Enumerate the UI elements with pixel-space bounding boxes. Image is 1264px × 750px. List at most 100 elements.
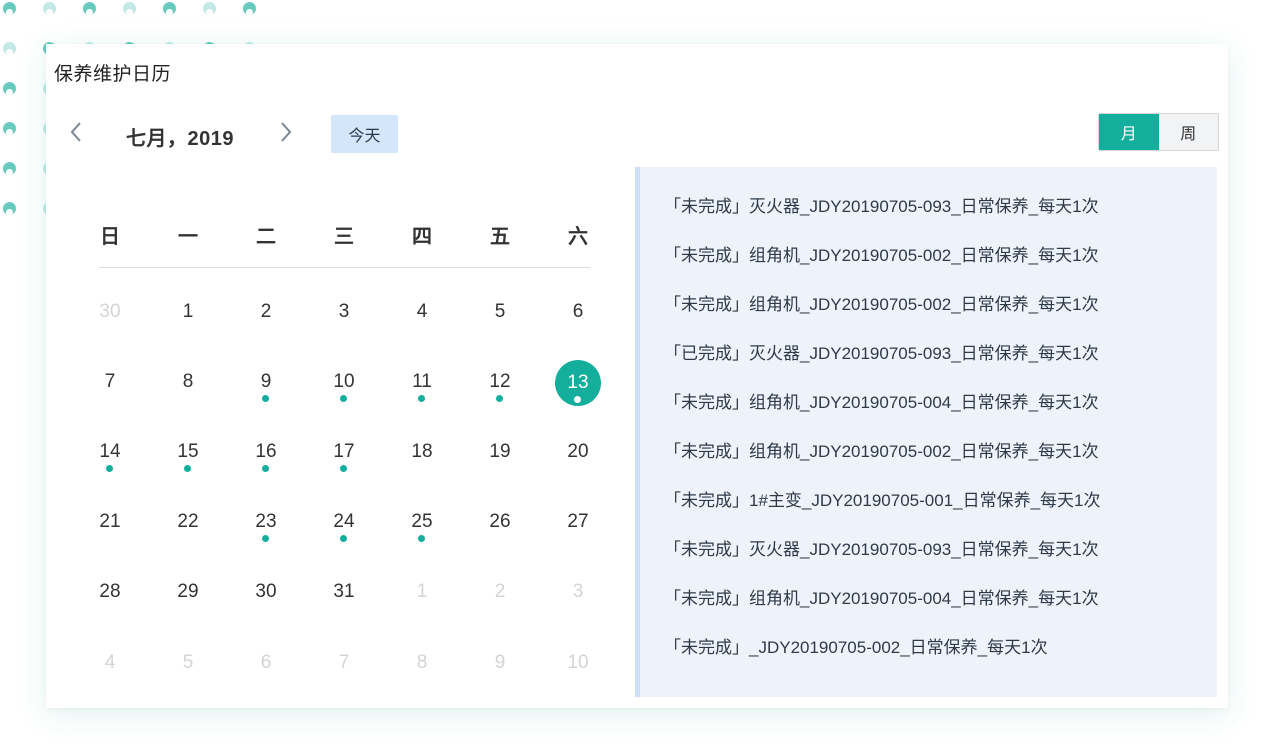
next-month-button[interactable]: [274, 120, 298, 144]
calendar-day[interactable]: 30: [236, 570, 296, 630]
calendar-day[interactable]: 21: [80, 500, 140, 560]
day-number: 5: [494, 301, 506, 322]
calendar-day[interactable]: 22: [158, 500, 218, 560]
task-indicator-dot: [106, 465, 113, 472]
calendar-day[interactable]: 5: [470, 290, 530, 350]
chevron-right-icon: [281, 122, 292, 142]
calendar-day-selected[interactable]: 13: [548, 360, 608, 420]
calendar-day[interactable]: 29: [158, 570, 218, 630]
calendar-day[interactable]: 17: [314, 430, 374, 490]
calendar-day[interactable]: 9: [470, 641, 530, 701]
decorative-dot: [3, 122, 16, 136]
task-indicator-dot: [262, 465, 269, 472]
calendar-day[interactable]: 27: [548, 500, 608, 560]
calendar-day[interactable]: 9: [236, 360, 296, 420]
day-number: 7: [104, 371, 116, 392]
day-number: 8: [182, 371, 194, 392]
calendar-day[interactable]: 12: [470, 360, 530, 420]
prev-month-button[interactable]: [64, 120, 88, 144]
month-view-button[interactable]: 月: [1099, 114, 1159, 150]
calendar-day[interactable]: 6: [548, 290, 608, 350]
task-indicator-dot: [340, 535, 347, 542]
day-number: 1: [416, 581, 428, 602]
task-item[interactable]: 「未完成」组角机_JDY20190705-002_日常保养_每天1次: [664, 290, 1099, 315]
calendar-day[interactable]: 16: [236, 430, 296, 490]
task-item[interactable]: 「未完成」组角机_JDY20190705-004_日常保养_每天1次: [664, 584, 1099, 609]
week-view-button[interactable]: 周: [1158, 114, 1218, 150]
calendar-day[interactable]: 28: [80, 570, 140, 630]
weekday-divider: [99, 267, 590, 268]
task-item[interactable]: 「已完成」灭火器_JDY20190705-093_日常保养_每天1次: [664, 339, 1099, 364]
weekday-label: 日: [100, 226, 120, 248]
calendar-day[interactable]: 15: [158, 430, 218, 490]
task-indicator-dot: [184, 465, 191, 472]
day-number: 11: [412, 371, 432, 392]
day-number: 25: [411, 511, 433, 532]
weekday-label: 一: [178, 226, 198, 248]
calendar-day[interactable]: 3: [314, 290, 374, 350]
calendar-day[interactable]: 31: [314, 570, 374, 630]
calendar-day[interactable]: 14: [80, 430, 140, 490]
view-toggle: 月 周: [1098, 113, 1219, 151]
day-number: 3: [338, 301, 350, 322]
calendar-day[interactable]: 7: [314, 641, 374, 701]
calendar-day[interactable]: 11: [392, 360, 452, 420]
task-item[interactable]: 「未完成」1#主变_JDY20190705-001_日常保养_每天1次: [664, 486, 1101, 511]
decorative-dot: [3, 202, 16, 216]
day-number: 15: [177, 441, 199, 462]
calendar-day[interactable]: 19: [470, 430, 530, 490]
task-item[interactable]: 「未完成」灭火器_JDY20190705-093_日常保养_每天1次: [664, 192, 1099, 217]
calendar-day[interactable]: 23: [236, 500, 296, 560]
decorative-dot: [3, 2, 16, 16]
calendar-day[interactable]: 2: [470, 570, 530, 630]
calendar-day[interactable]: 10: [548, 641, 608, 701]
calendar-day[interactable]: 18: [392, 430, 452, 490]
day-number: 22: [177, 511, 199, 532]
day-number: 3: [572, 581, 584, 602]
day-number: 14: [99, 441, 121, 462]
day-number: 2: [494, 581, 506, 602]
calendar-day[interactable]: 26: [470, 500, 530, 560]
today-button[interactable]: 今天: [331, 115, 398, 153]
task-item[interactable]: 「未完成」组角机_JDY20190705-002_日常保养_每天1次: [664, 241, 1099, 266]
day-number: 12: [489, 371, 511, 392]
calendar-day[interactable]: 25: [392, 500, 452, 560]
calendar-day[interactable]: 30: [80, 290, 140, 350]
calendar-day[interactable]: 1: [392, 570, 452, 630]
chevron-left-icon: [70, 122, 81, 142]
calendar-day[interactable]: 20: [548, 430, 608, 490]
calendar-day[interactable]: 24: [314, 500, 374, 560]
day-number: 26: [489, 511, 511, 532]
day-number: 30: [255, 581, 277, 602]
task-item[interactable]: 「未完成」灭火器_JDY20190705-093_日常保养_每天1次: [664, 535, 1099, 560]
task-item[interactable]: 「未完成」组角机_JDY20190705-004_日常保养_每天1次: [664, 388, 1099, 413]
calendar-day[interactable]: 1: [158, 290, 218, 350]
calendar-day[interactable]: 3: [548, 570, 608, 630]
day-number: 29: [177, 581, 199, 602]
task-item[interactable]: 「未完成」_JDY20190705-002_日常保养_每天1次: [664, 633, 1048, 658]
day-number: 4: [416, 301, 428, 322]
task-indicator-dot: [262, 535, 269, 542]
day-number: 24: [333, 511, 355, 532]
calendar-day[interactable]: 4: [80, 641, 140, 701]
calendar-day[interactable]: 6: [236, 641, 296, 701]
decorative-dot: [43, 2, 56, 16]
day-number: 10: [567, 652, 589, 673]
day-number: 4: [104, 652, 116, 673]
screen: 保养维护日历 七月，2019 今天 月 周 日一二三四五六 30 1 2 3 4 5 6 7 8…: [0, 0, 1264, 750]
day-number: 19: [489, 441, 511, 462]
calendar-day[interactable]: 8: [158, 360, 218, 420]
calendar-day[interactable]: 10: [314, 360, 374, 420]
day-number: 17: [333, 441, 355, 462]
calendar-day[interactable]: 4: [392, 290, 452, 350]
decorative-dot: [83, 2, 96, 16]
calendar-day[interactable]: 5: [158, 641, 218, 701]
task-item[interactable]: 「未完成」组角机_JDY20190705-002_日常保养_每天1次: [664, 437, 1099, 462]
decorative-dot: [123, 2, 136, 16]
calendar-day[interactable]: 7: [80, 360, 140, 420]
task-indicator-dot: [340, 395, 347, 402]
calendar-day[interactable]: 8: [392, 641, 452, 701]
decorative-dot: [3, 82, 16, 96]
calendar-day[interactable]: 2: [236, 290, 296, 350]
day-number: 20: [567, 441, 589, 462]
